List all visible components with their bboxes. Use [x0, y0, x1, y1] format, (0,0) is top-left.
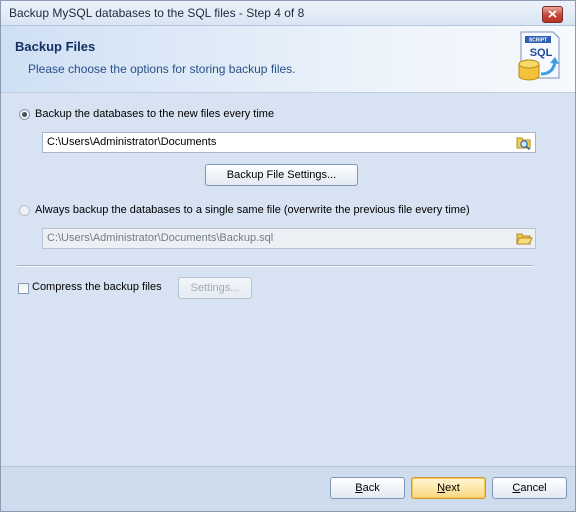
close-icon: [548, 10, 557, 18]
browse-folder-icon[interactable]: [515, 134, 533, 151]
cancel-button[interactable]: Cancel: [492, 477, 567, 499]
new-files-radio[interactable]: [19, 109, 30, 120]
wizard-content: Backup the databases to the new files ev…: [1, 93, 575, 465]
wizard-footer: Back Next Cancel: [1, 466, 575, 511]
title-bar[interactable]: Backup MySQL databases to the SQL files …: [1, 1, 575, 26]
single-file-radio[interactable]: [19, 205, 30, 216]
backup-file-settings-button[interactable]: Backup File Settings...: [205, 164, 358, 186]
compress-settings-button[interactable]: Settings...: [178, 277, 252, 299]
page-title: Backup Files: [15, 39, 96, 54]
next-label: ext: [445, 482, 460, 494]
sql-script-icon: SCRIPT SQL: [518, 31, 560, 81]
back-accel: B: [355, 482, 363, 494]
options-separator: [17, 265, 533, 267]
folder-path-value: C:\Users\Administrator\Documents: [47, 136, 217, 148]
window-title: Backup MySQL databases to the SQL files …: [9, 6, 305, 20]
back-label: ack: [362, 482, 380, 494]
svg-text:SQL: SQL: [530, 47, 553, 59]
compress-checkbox[interactable]: [18, 283, 29, 294]
new-files-label[interactable]: Backup the databases to the new files ev…: [35, 108, 274, 120]
next-accel: N: [437, 482, 446, 494]
compress-label[interactable]: Compress the backup files: [32, 281, 162, 293]
wizard-window: Backup MySQL databases to the SQL files …: [0, 0, 576, 512]
single-file-path-input[interactable]: C:\Users\Administrator\Documents\Backup.…: [42, 228, 536, 249]
single-file-label[interactable]: Always backup the databases to a single …: [35, 204, 470, 216]
svg-text:SCRIPT: SCRIPT: [529, 38, 547, 44]
close-button[interactable]: [542, 6, 563, 23]
next-button[interactable]: Next: [411, 477, 486, 499]
back-button[interactable]: Back: [330, 477, 405, 499]
single-file-path-value: C:\Users\Administrator\Documents\Backup.…: [47, 232, 274, 244]
folder-path-input[interactable]: C:\Users\Administrator\Documents: [42, 132, 536, 153]
cancel-label: ancel: [520, 482, 547, 494]
open-folder-icon[interactable]: [515, 230, 533, 247]
page-subtitle: Please choose the options for storing ba…: [28, 62, 296, 76]
wizard-header: Backup Files Please choose the options f…: [1, 26, 575, 93]
